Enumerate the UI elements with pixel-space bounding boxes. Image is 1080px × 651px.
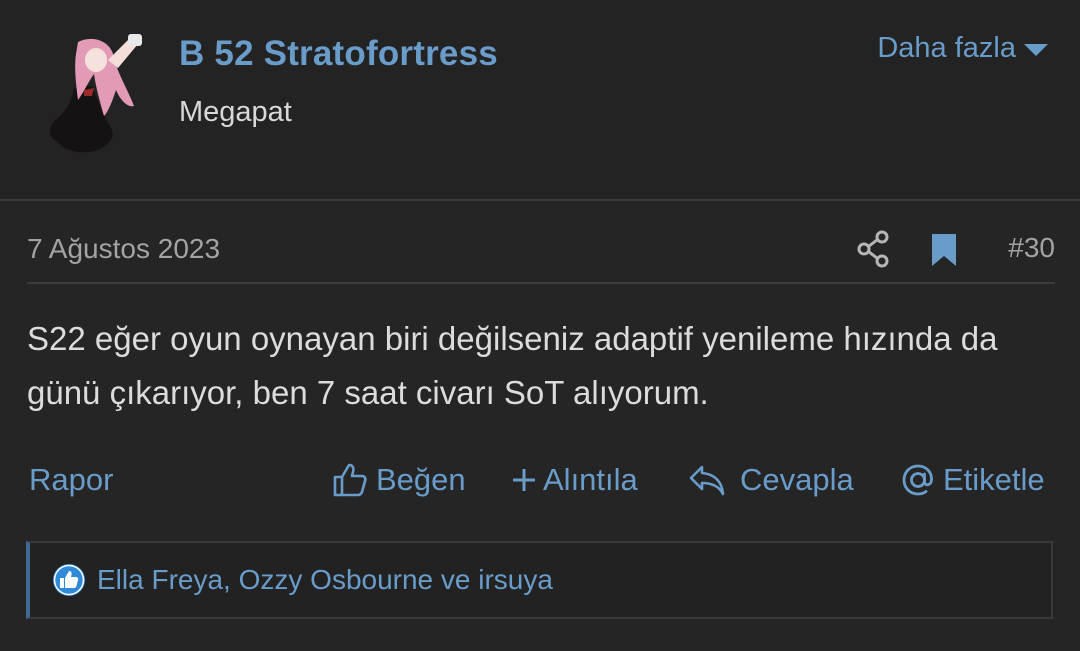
bookmark-icon[interactable]	[930, 232, 958, 268]
reactions-bar[interactable]: Ella Freya, Ozzy Osbourne ve irsuya	[26, 541, 1053, 619]
like-button[interactable]: Beğen	[332, 458, 466, 502]
report-button[interactable]: Rapor	[29, 458, 113, 502]
more-dropdown-button[interactable]: Daha fazla	[877, 32, 1048, 65]
thumbs-up-icon	[333, 463, 367, 497]
at-icon	[902, 464, 933, 496]
caret-down-icon	[1024, 43, 1048, 56]
more-label: Daha fazla	[877, 32, 1016, 64]
tag-button[interactable]: Etiketle	[901, 458, 1045, 502]
user-avatar[interactable]	[38, 30, 148, 155]
like-label: Beğen	[376, 462, 466, 497]
reply-label: Cevapla	[740, 462, 854, 497]
share-icon[interactable]	[856, 230, 892, 268]
like-reaction-icon	[53, 564, 85, 596]
reaction-users-link[interactable]: Ella Freya, Ozzy Osbourne ve irsuya	[97, 564, 553, 596]
meta-divider	[27, 282, 1055, 284]
username-link[interactable]: B 52 Stratofortress	[179, 34, 498, 74]
user-header: B 52 Stratofortress Megapat Daha fazla	[0, 0, 1080, 200]
header-divider	[0, 199, 1080, 201]
plus-icon	[513, 469, 535, 491]
quote-button[interactable]: Alıntıla	[511, 458, 638, 502]
post-number-link[interactable]: #30	[1008, 232, 1055, 264]
post-date[interactable]: 7 Ağustos 2023	[27, 233, 220, 265]
post-container: B 52 Stratofortress Megapat Daha fazla 7…	[0, 0, 1080, 651]
report-label: Rapor	[29, 462, 114, 497]
reply-button[interactable]: Cevapla	[688, 458, 854, 502]
reply-icon	[689, 465, 725, 496]
quote-label: Alıntıla	[543, 462, 638, 497]
tag-label: Etiketle	[943, 462, 1045, 497]
user-title: Megapat	[179, 96, 292, 128]
post-body: S22 eğer oyun oynayan biri değilseniz ad…	[27, 320, 998, 411]
